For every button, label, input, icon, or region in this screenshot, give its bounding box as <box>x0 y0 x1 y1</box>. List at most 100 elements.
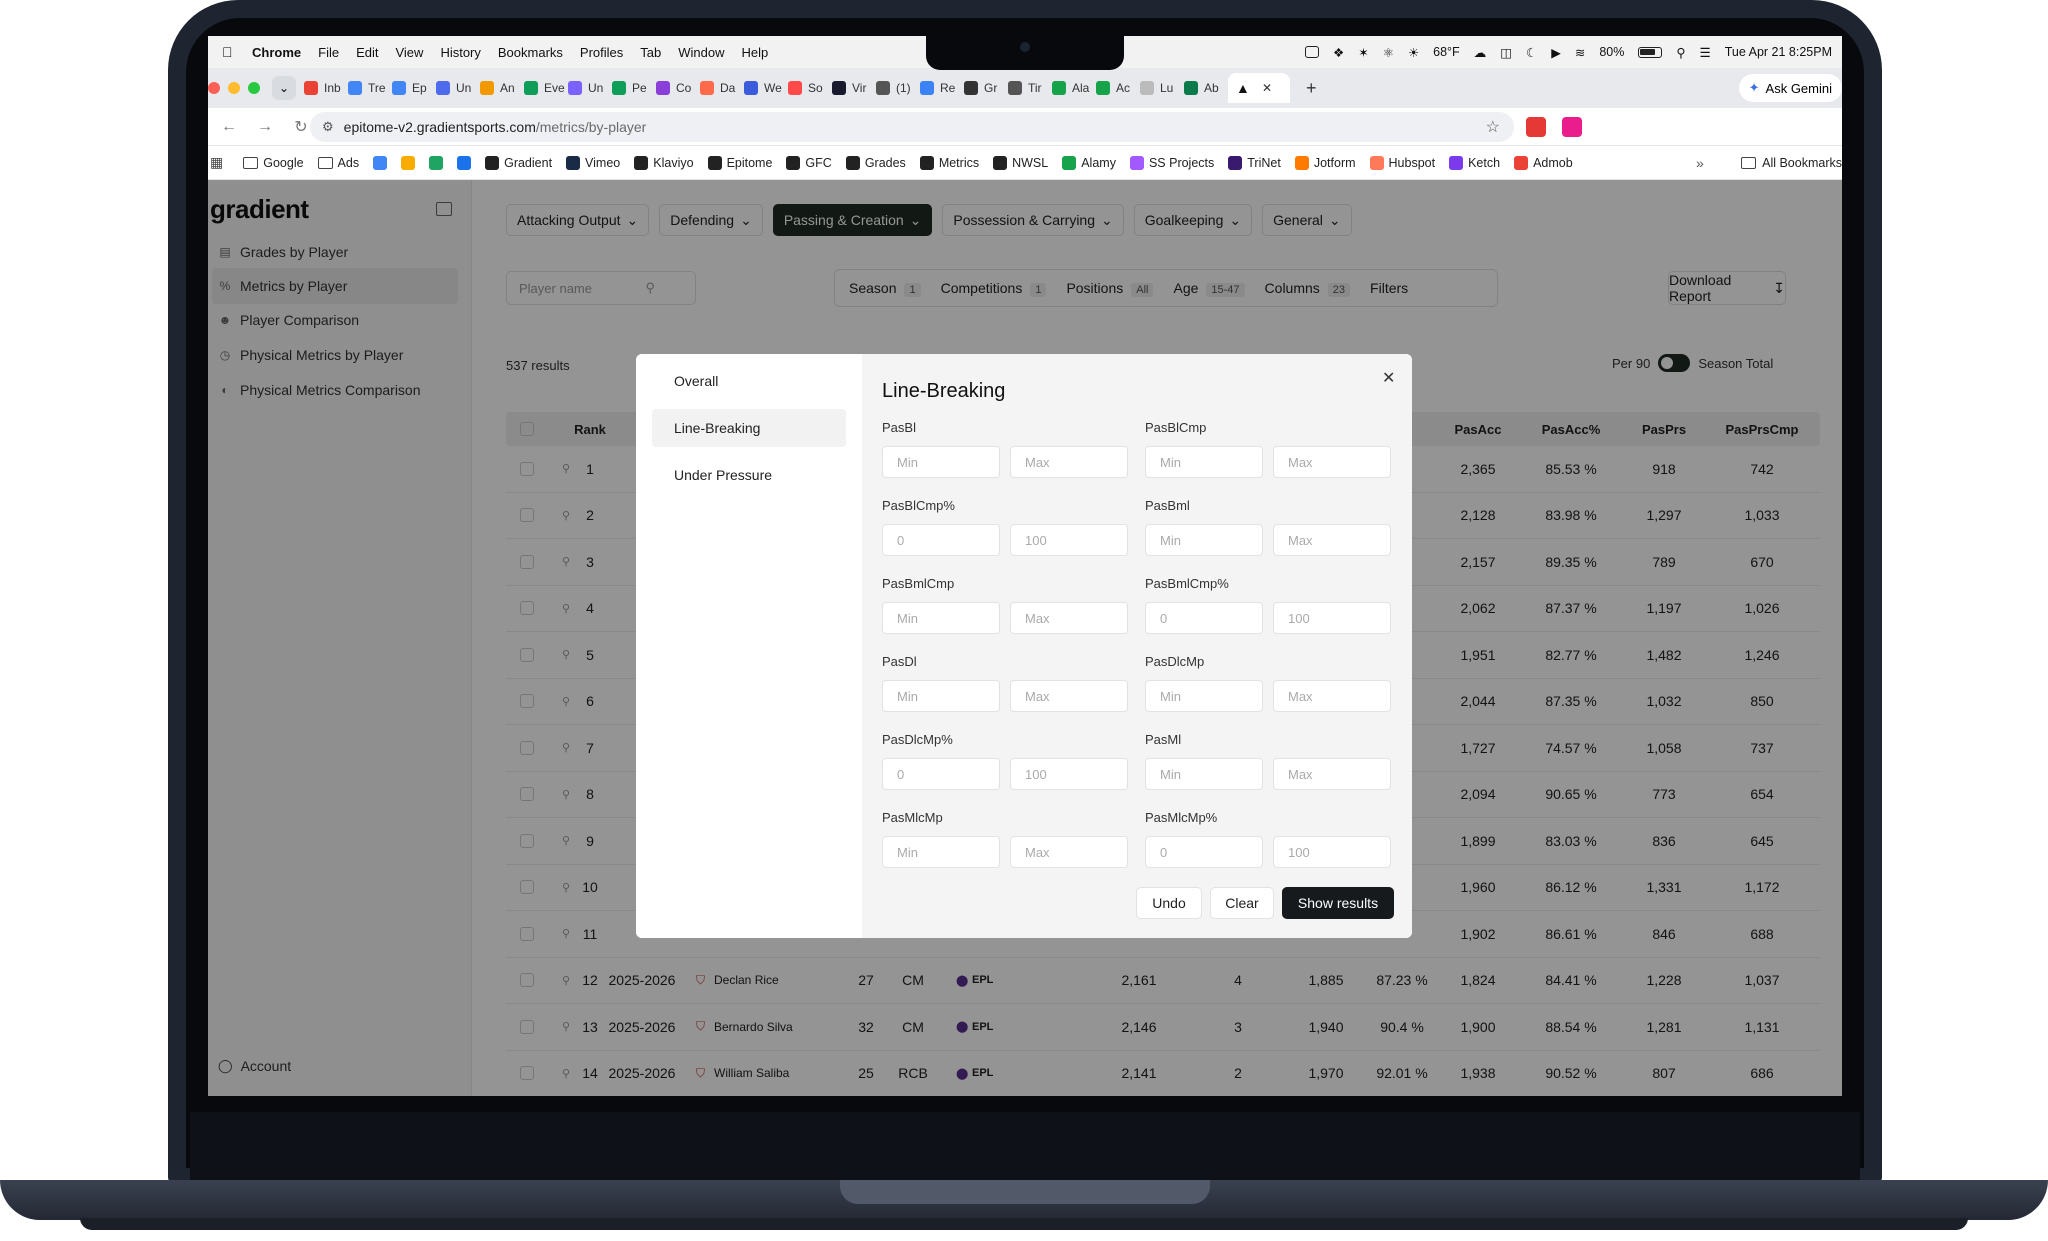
tab-search-icon[interactable]: ⌄ <box>272 76 296 100</box>
browser-tab[interactable]: Un <box>436 73 480 103</box>
menu-tab[interactable]: Tab <box>640 45 661 60</box>
browser-tab[interactable]: Vir <box>832 73 876 103</box>
bookmark-item[interactable]: Klaviyo <box>634 155 694 170</box>
sync-icon[interactable]: ⚛ <box>1383 45 1394 60</box>
browser-tab[interactable]: Ep <box>392 73 436 103</box>
menu-history[interactable]: History <box>440 45 480 60</box>
wifi-icon[interactable]: ≋ <box>1575 45 1585 60</box>
range-max-input[interactable]: Max <box>1010 446 1128 478</box>
range-max-input[interactable]: 100 <box>1273 602 1391 634</box>
airdrop-icon[interactable]: ✶ <box>1358 45 1368 60</box>
back-icon[interactable]: ← <box>214 118 244 136</box>
bookmark-item[interactable] <box>401 155 416 170</box>
bookmark-item[interactable] <box>373 155 388 170</box>
bookmark-item[interactable]: Gradient <box>485 155 552 170</box>
range-min-input[interactable]: Min <box>882 836 1000 868</box>
play-icon[interactable]: ▶ <box>1551 45 1561 60</box>
cloud-icon[interactable]: ☁ <box>1474 45 1487 60</box>
weather-icon[interactable]: ☀ <box>1408 45 1419 60</box>
browser-tab[interactable]: Un <box>568 73 612 103</box>
range-max-input[interactable]: Max <box>1273 680 1391 712</box>
bookmark-item[interactable] <box>457 155 472 170</box>
zoom-window-icon[interactable] <box>248 82 260 94</box>
figma-status-icon[interactable]: ❖ <box>1333 45 1344 60</box>
range-max-input[interactable]: Max <box>1273 758 1391 790</box>
bookmark-item[interactable]: Ketch <box>1449 155 1500 170</box>
close-tab-icon[interactable]: ✕ <box>1262 81 1272 95</box>
range-min-input[interactable]: Min <box>1145 680 1263 712</box>
screen-record-icon[interactable] <box>1305 46 1320 58</box>
browser-tab[interactable]: Tre <box>348 73 392 103</box>
spotlight-icon[interactable]: ⚲ <box>1676 45 1685 60</box>
browser-tab[interactable]: Pe <box>612 73 656 103</box>
bookmark-item[interactable]: Jotform <box>1294 155 1356 170</box>
browser-tab[interactable]: Ac <box>1096 73 1140 103</box>
range-max-input[interactable]: 100 <box>1010 758 1128 790</box>
bookmark-item[interactable]: Alamy <box>1062 155 1116 170</box>
menu-window[interactable]: Window <box>678 45 724 60</box>
site-settings-icon[interactable]: ⚙ <box>322 119 334 135</box>
moon-icon[interactable]: ☾ <box>1526 45 1537 60</box>
menu-edit[interactable]: Edit <box>356 45 378 60</box>
close-icon[interactable]: ✕ <box>1382 368 1395 388</box>
all-bookmarks[interactable]: All Bookmarks <box>1741 156 1842 170</box>
range-max-input[interactable]: Max <box>1010 602 1128 634</box>
browser-tab[interactable]: Co <box>656 73 700 103</box>
bookmark-item[interactable]: Admob <box>1514 155 1573 170</box>
range-min-input[interactable]: 0 <box>1145 602 1263 634</box>
browser-tab[interactable]: Ab <box>1184 73 1228 103</box>
browser-tab[interactable]: Tir <box>1008 73 1052 103</box>
range-min-input[interactable]: 0 <box>1145 836 1263 868</box>
range-min-input[interactable]: Min <box>1145 446 1263 478</box>
range-min-input[interactable]: 0 <box>882 524 1000 556</box>
menu-view[interactable]: View <box>395 45 423 60</box>
new-tab-icon[interactable]: + <box>1306 78 1317 99</box>
minimize-window-icon[interactable] <box>228 82 240 94</box>
range-min-input[interactable]: Min <box>882 680 1000 712</box>
range-max-input[interactable]: 100 <box>1010 524 1128 556</box>
battery-icon[interactable] <box>1638 46 1663 58</box>
extension-icon[interactable] <box>1526 117 1546 137</box>
bookmark-item[interactable]: Metrics <box>919 155 979 170</box>
bookmark-item[interactable]: Vimeo <box>566 155 620 170</box>
bookmark-star-icon[interactable]: ☆ <box>1486 117 1500 137</box>
range-max-input[interactable]: Max <box>1010 680 1128 712</box>
range-max-input[interactable]: Max <box>1010 836 1128 868</box>
range-min-input[interactable]: 0 <box>882 758 1000 790</box>
browser-tab[interactable]: An <box>480 73 524 103</box>
menu-app[interactable]: Chrome <box>252 45 301 60</box>
range-min-input[interactable]: Min <box>882 602 1000 634</box>
browser-tab[interactable]: Gr <box>964 73 1008 103</box>
bookmark-item[interactable]: Google <box>243 156 304 170</box>
browser-tab[interactable]: Lu <box>1140 73 1184 103</box>
browser-tab[interactable]: We <box>744 73 788 103</box>
range-max-input[interactable]: 100 <box>1273 836 1391 868</box>
range-min-input[interactable]: Min <box>1145 758 1263 790</box>
bookmark-item[interactable]: GFC <box>786 155 832 170</box>
ask-gemini-button[interactable]: ✦ Ask Gemini <box>1738 74 1842 102</box>
menu-profiles[interactable]: Profiles <box>580 45 623 60</box>
bookmark-item[interactable]: TriNet <box>1228 155 1281 170</box>
browser-tab[interactable]: Ala <box>1052 73 1096 103</box>
close-window-icon[interactable] <box>208 82 220 94</box>
section-line-breaking[interactable]: Line-Breaking <box>652 409 846 447</box>
clear-button[interactable]: Clear <box>1210 887 1274 919</box>
show-results-button[interactable]: Show results <box>1282 887 1394 919</box>
url-field[interactable]: ⚙ epitome-v2.gradientsports.com/metrics/… <box>310 112 1514 142</box>
browser-tab[interactable]: Da <box>700 73 744 103</box>
bookmark-item[interactable]: Grades <box>845 155 906 170</box>
bookmark-item[interactable]: NWSL <box>993 155 1048 170</box>
section-overall[interactable]: Overall <box>652 362 846 400</box>
bookmark-item[interactable]: Hubspot <box>1369 155 1435 170</box>
undo-button[interactable]: Undo <box>1136 887 1202 919</box>
extension-icon[interactable] <box>1562 117 1582 137</box>
bookmark-item[interactable]: SS Projects <box>1129 155 1214 170</box>
browser-tab[interactable]: So <box>788 73 832 103</box>
browser-tab[interactable]: (1) <box>876 73 920 103</box>
range-max-input[interactable]: Max <box>1273 446 1391 478</box>
drive-icon[interactable]: ◫ <box>1500 45 1512 60</box>
browser-tab[interactable]: Re <box>920 73 964 103</box>
range-min-input[interactable]: Min <box>1145 524 1263 556</box>
section-under-pressure[interactable]: Under Pressure <box>652 456 846 494</box>
forward-icon[interactable]: → <box>250 118 280 136</box>
